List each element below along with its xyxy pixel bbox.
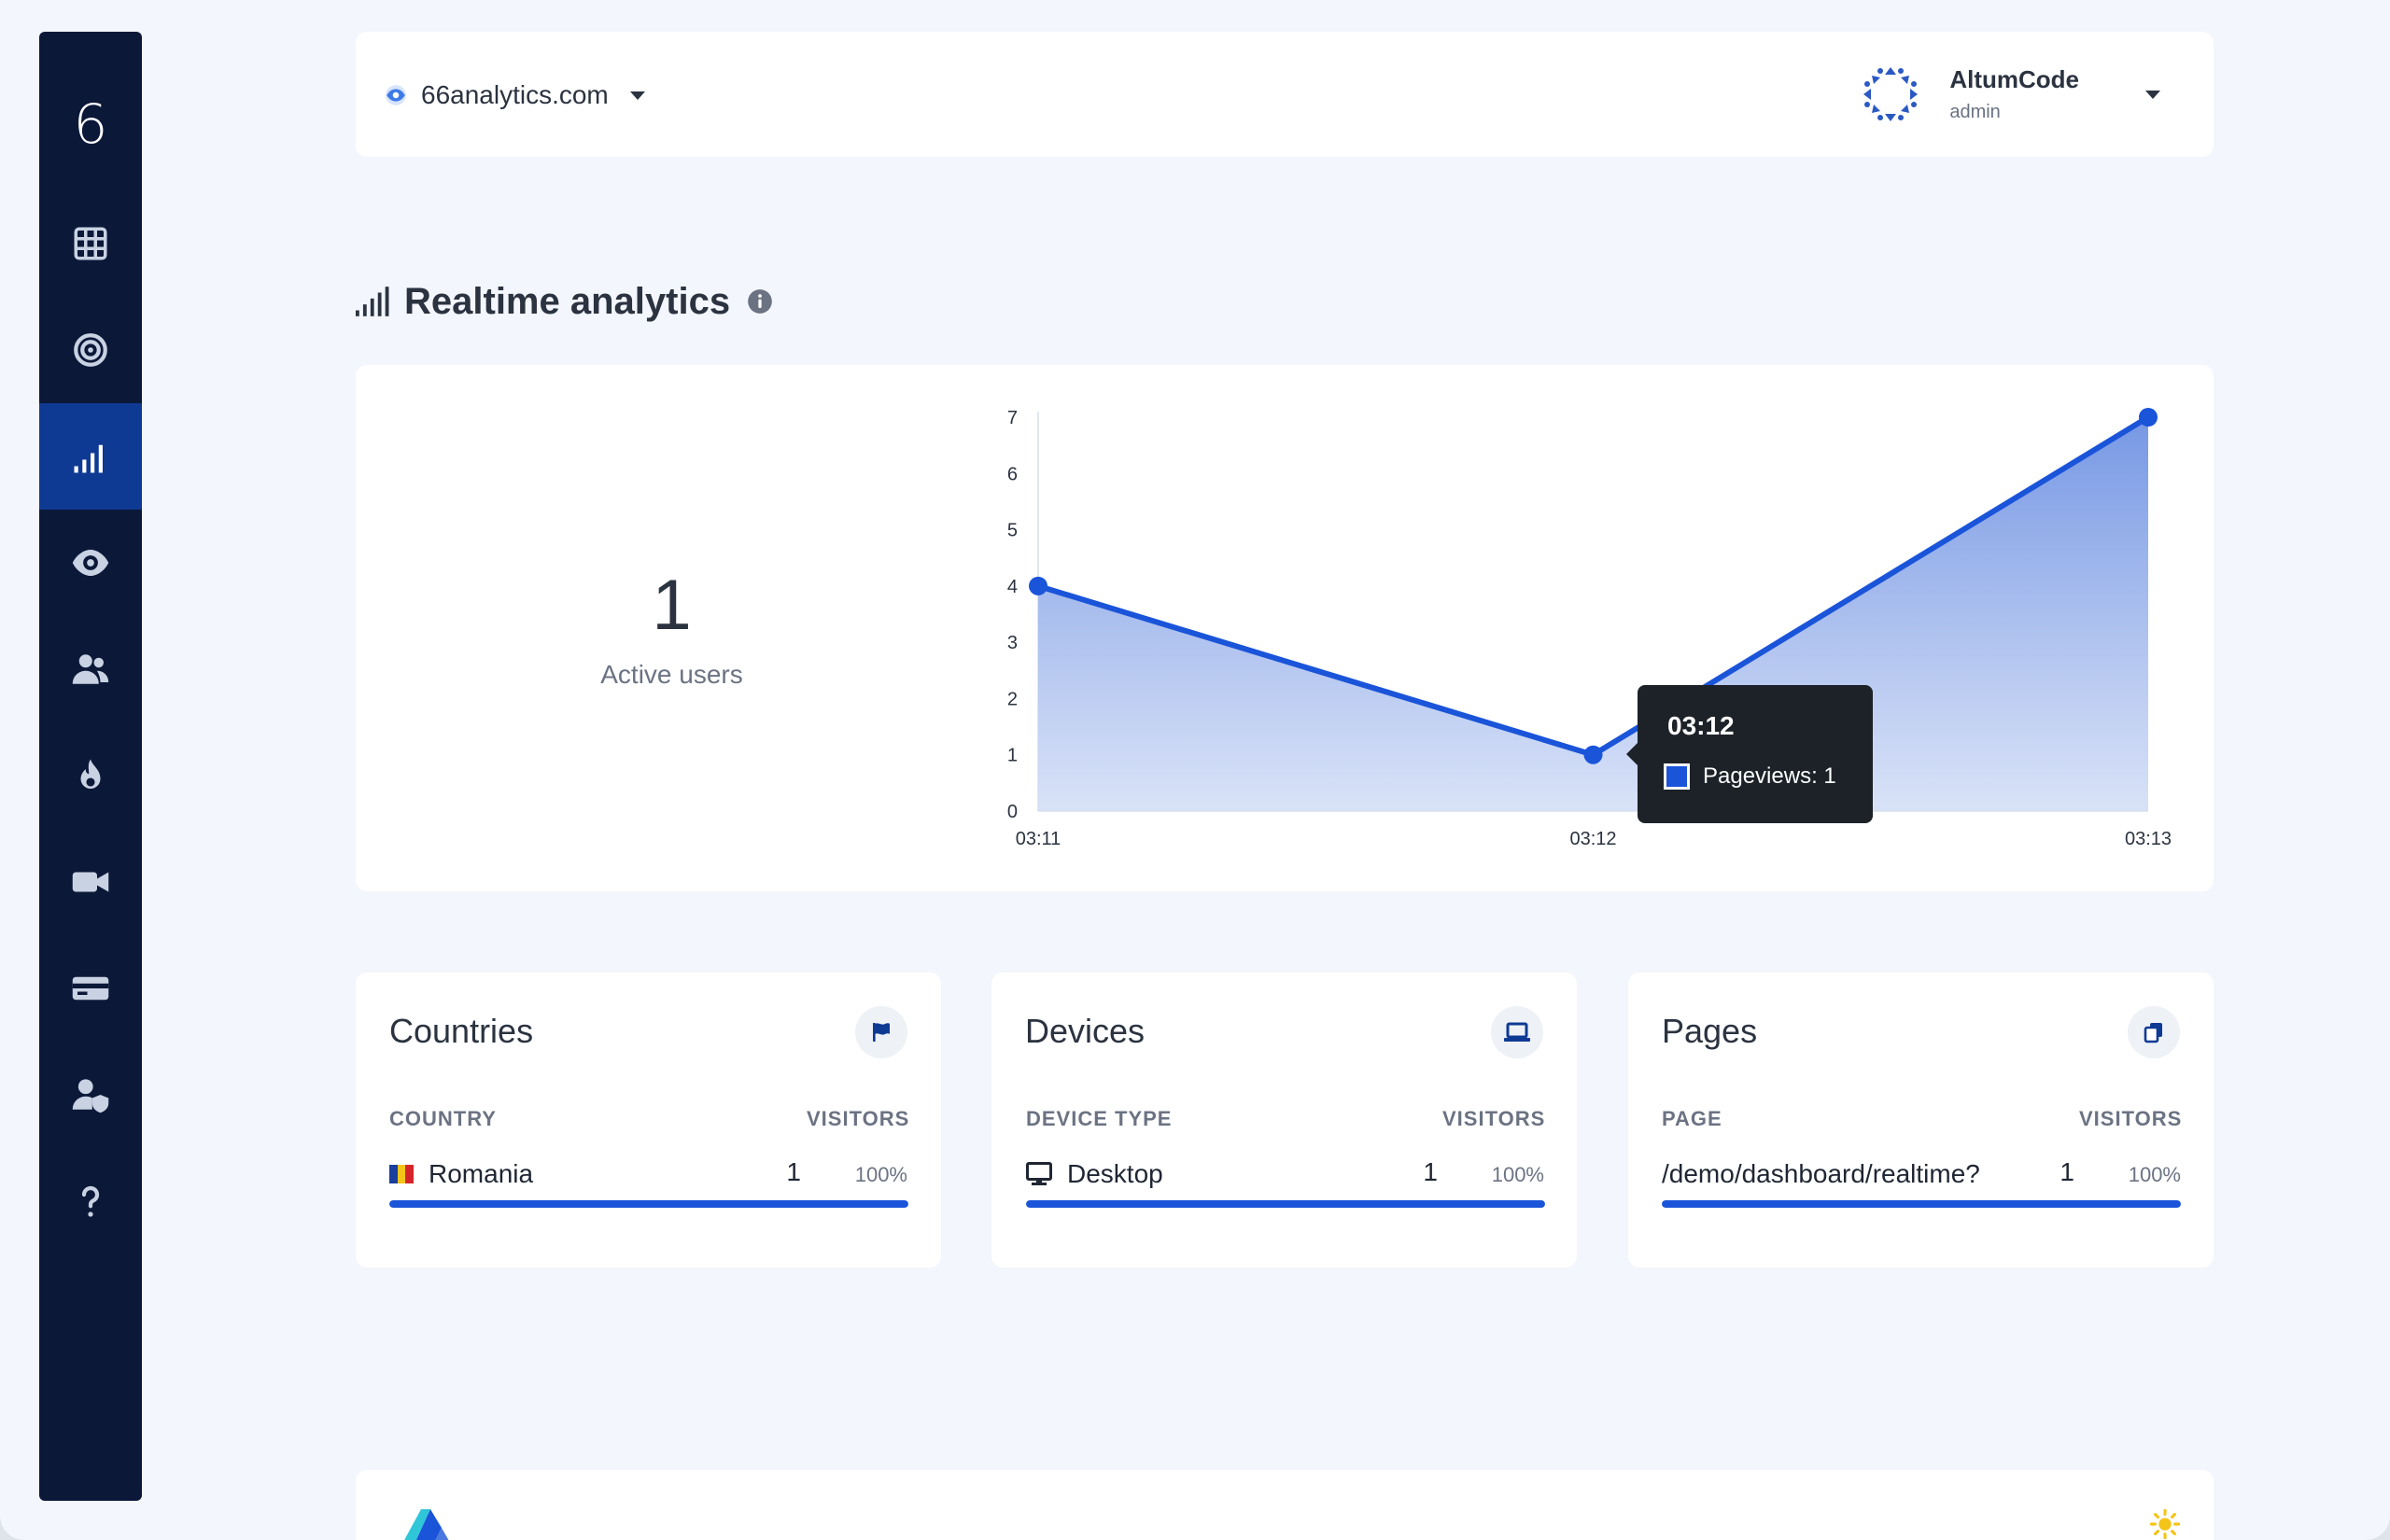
list-item[interactable]: /demo/dashboard/realtime? [1662, 1155, 1980, 1193]
user-menu[interactable]: AltumCode admin [1860, 62, 2161, 127]
y-tick-label: 3 [1007, 633, 1018, 653]
y-tick-label: 6 [1007, 464, 1018, 484]
desktop-icon [1026, 1162, 1052, 1185]
device-name: Desktop [1067, 1159, 1163, 1188]
y-tick-label: 5 [1007, 521, 1018, 541]
app-window: 6 66analytics.com AltumCode admin Realti… [0, 0, 2390, 1540]
sidebar-item-visitors[interactable] [39, 510, 142, 616]
sidebar-item-admin[interactable] [39, 1042, 142, 1148]
sidebar-item-realtime[interactable] [39, 403, 142, 510]
pages-icon-button[interactable] [2128, 1006, 2180, 1058]
device-count: 1 [1423, 1157, 1438, 1186]
device-percent: 100% [1491, 1163, 1544, 1186]
page-title: Realtime analytics [404, 280, 731, 322]
page-progress [1662, 1200, 2181, 1208]
user-name: AltumCode [1949, 65, 2079, 93]
country-name: Romania [429, 1159, 534, 1188]
devices-title: Devices [1025, 1012, 1146, 1050]
footer [356, 1470, 2214, 1540]
country-percent: 100% [854, 1163, 907, 1186]
x-tick-label: 03:11 [1016, 829, 1061, 849]
romania-flag-icon [389, 1165, 415, 1183]
y-tick-label: 7 [1007, 408, 1018, 428]
y-tick-label: 2 [1007, 689, 1018, 709]
data-point[interactable] [2139, 408, 2158, 427]
info-icon[interactable] [747, 288, 773, 315]
data-point[interactable] [1029, 576, 1047, 595]
pageviews-chart[interactable]: 0 1 2 3 4 5 6 7 03:11 03:12 03:13 [356, 365, 2214, 891]
site-name: 66analytics.com [421, 80, 609, 109]
chevron-down-icon [629, 91, 645, 100]
devices-col-value: VISITORS [1442, 1107, 1546, 1130]
website-favicon-icon [386, 85, 406, 105]
users-icon [72, 654, 109, 684]
grid-icon [74, 227, 107, 260]
country-count: 1 [786, 1157, 801, 1186]
page-percent: 100% [2128, 1163, 2181, 1186]
tooltip-swatch [1664, 763, 1690, 790]
pages-col-value: VISITORS [2079, 1107, 2183, 1130]
sidebar-item-users[interactable] [39, 616, 142, 722]
sun-icon[interactable] [2150, 1509, 2180, 1539]
devices-icon-button[interactable] [1491, 1006, 1543, 1058]
page-title-row: Realtime analytics [356, 276, 773, 327]
device-progress [1026, 1200, 1545, 1208]
x-tick-label: 03:12 [1569, 829, 1616, 849]
laptop-icon [1504, 1022, 1530, 1042]
y-tick-label: 4 [1007, 577, 1018, 597]
list-item[interactable]: Romania [389, 1155, 533, 1193]
devices-col-label: DEVICE TYPE [1026, 1107, 1173, 1130]
signal-icon [74, 444, 103, 473]
question-icon [81, 1185, 100, 1217]
site-selector[interactable]: 66analytics.com [384, 77, 646, 114]
page-count: 1 [2060, 1157, 2074, 1186]
countries-title: Countries [389, 1012, 534, 1050]
altumcode-logo-icon [404, 1509, 449, 1540]
user-role: admin [1949, 102, 2001, 122]
countries-col-value: VISITORS [807, 1107, 910, 1130]
chart-tooltip: 03:12 Pageviews: 1 [1626, 685, 1873, 823]
realtime-chart-card: 1 Active users 01234567 03:11 03:12 03:13 … [356, 365, 2214, 891]
data-point[interactable] [1583, 745, 1603, 764]
country-progress [389, 1200, 908, 1208]
eye-icon [72, 550, 109, 576]
tooltip-label: Pageviews: 1 [1703, 763, 1836, 789]
card-icon [72, 976, 109, 1001]
sidebar-item-websites[interactable] [39, 190, 142, 297]
top-bar: 66analytics.com AltumCode admin [356, 32, 2214, 157]
sidebar-item-goals[interactable] [39, 297, 142, 403]
y-tick-label: 0 [1007, 802, 1018, 822]
list-item[interactable]: Desktop [1026, 1155, 1163, 1193]
user-shield-icon [72, 1079, 109, 1113]
page-path: /demo/dashboard/realtime? [1662, 1159, 1980, 1188]
fire-icon [80, 759, 101, 789]
sidebar-item-billing[interactable] [39, 935, 142, 1042]
pages-col-label: PAGE [1662, 1107, 1722, 1130]
countries-col-label: COUNTRY [389, 1107, 497, 1130]
tooltip-title: 03:12 [1667, 711, 1735, 740]
countries-icon-button[interactable] [855, 1006, 907, 1058]
sidebar: 6 [39, 32, 142, 1501]
signal-icon [356, 287, 389, 316]
sidebar-item-help[interactable] [39, 1148, 142, 1254]
y-tick-label: 1 [1007, 746, 1018, 766]
copy-icon [2144, 1023, 2162, 1043]
x-tick-label: 03:13 [2125, 829, 2172, 849]
sidebar-item-replays[interactable] [39, 829, 142, 935]
flag-icon [873, 1023, 890, 1042]
video-icon [72, 872, 109, 892]
avatar [1863, 66, 1919, 122]
app-logo[interactable]: 6 [39, 91, 142, 157]
chevron-down-icon [2145, 91, 2160, 99]
pages-title: Pages [1662, 1012, 1758, 1050]
sidebar-item-heatmaps[interactable] [39, 722, 142, 829]
target-icon [74, 333, 107, 367]
